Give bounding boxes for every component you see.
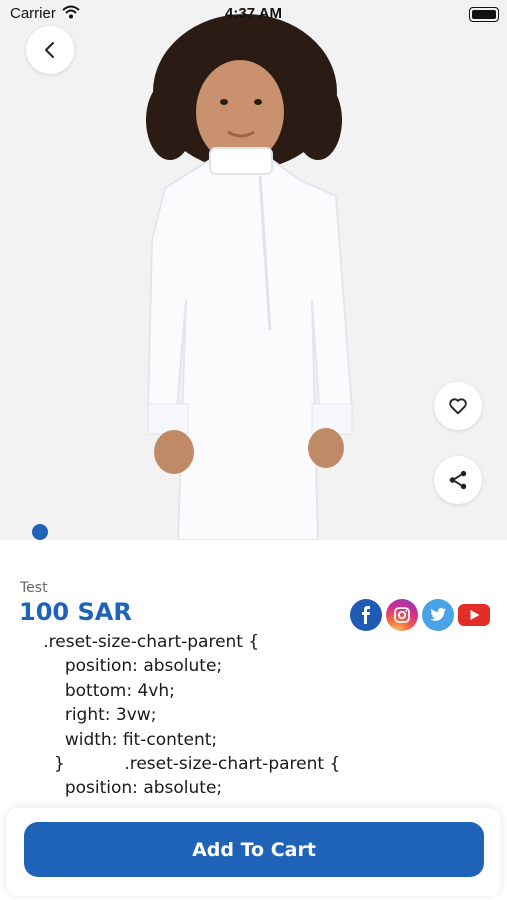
youtube-icon	[458, 604, 490, 626]
product-name: Test	[20, 580, 48, 596]
heart-icon	[449, 398, 467, 415]
share-button[interactable]	[434, 456, 482, 504]
instagram-link[interactable]	[386, 599, 418, 631]
description-line: .reset-size-chart-parent {	[0, 632, 260, 652]
description-line: right: 3vw;	[0, 705, 157, 726]
battery-icon	[469, 7, 499, 22]
product-photo	[146, 14, 354, 540]
product-details: Test 100 SAR .reset-size-chart-parent {…	[0, 540, 507, 800]
favorite-button[interactable]	[434, 382, 482, 430]
description-line: width: fit-content;	[0, 729, 218, 750]
facebook-link[interactable]	[350, 599, 382, 631]
description-line: } .reset-size-chart-parent {	[0, 754, 341, 775]
description-line: position: absolute;	[0, 656, 223, 677]
instagram-icon	[394, 607, 410, 623]
product-image-area[interactable]	[0, 0, 507, 540]
add-to-cart-panel: Add To Cart	[6, 808, 501, 896]
carousel-indicator-dot[interactable]	[32, 524, 48, 540]
product-description: .reset-size-chart-parent { position: abs…	[0, 630, 507, 801]
description-line: bottom: 4vh;	[0, 680, 175, 701]
product-price: 100 SAR	[19, 598, 132, 626]
twitter-icon	[430, 608, 446, 621]
social-links	[350, 599, 490, 631]
share-icon	[449, 470, 467, 490]
status-time: 4:37 AM	[225, 5, 282, 22]
twitter-link[interactable]	[422, 599, 454, 631]
add-to-cart-button[interactable]: Add To Cart	[24, 822, 484, 877]
chevron-left-icon	[45, 42, 54, 58]
youtube-link[interactable]	[458, 599, 490, 631]
description-line: position: absolute;	[0, 778, 223, 799]
status-bar: Carrier 4:37 AM	[0, 0, 507, 28]
back-button[interactable]	[26, 26, 74, 74]
facebook-icon	[362, 606, 370, 624]
